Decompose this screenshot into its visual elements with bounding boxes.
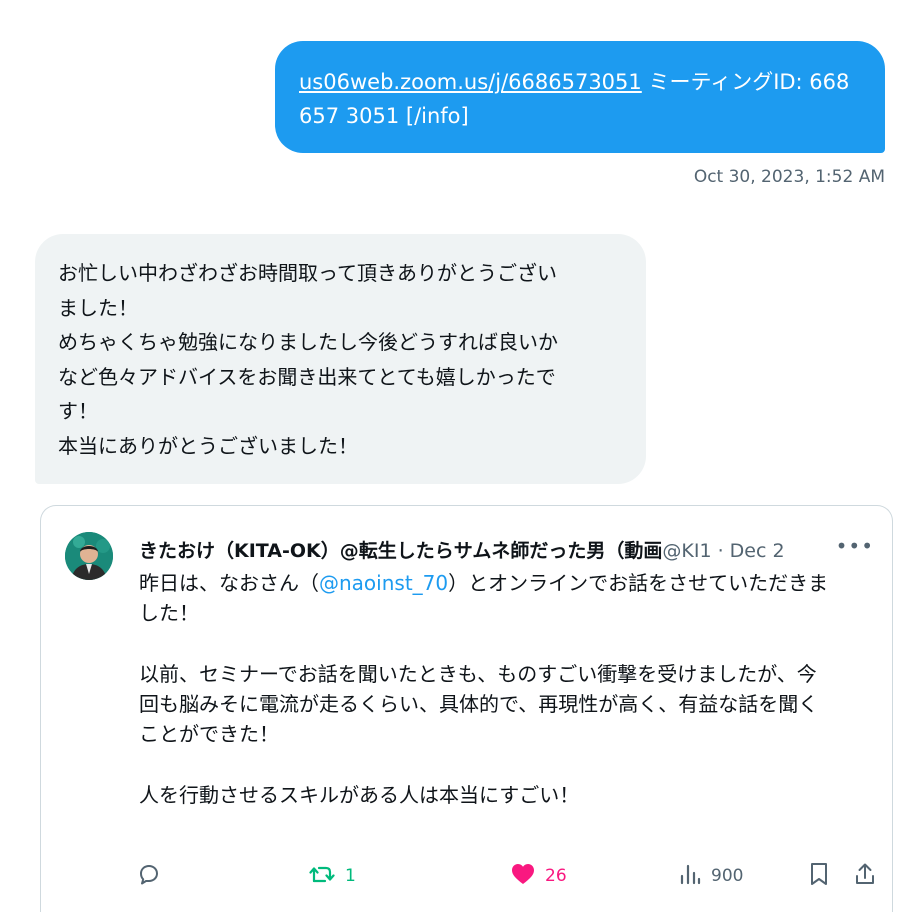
- quoted-post-card[interactable]: きたおけ（KITA-OK）@転生したらサムネ師だった男（動画@KI1 · Dec…: [40, 505, 893, 912]
- heart-icon: [511, 863, 535, 889]
- bookmark-button[interactable]: [809, 858, 829, 894]
- post-actions: 1 26 900: [137, 858, 877, 894]
- more-options-icon[interactable]: •••: [836, 534, 874, 558]
- retweet-button[interactable]: 1: [309, 858, 356, 894]
- message-line: など色々アドバイスをお聞き出来てとても嬉しかったで: [58, 364, 556, 389]
- post-line: ことができた！: [139, 722, 279, 746]
- like-button[interactable]: 26: [511, 858, 567, 894]
- meeting-id-text: ミーティングID: 668: [641, 70, 850, 94]
- views-button[interactable]: 900: [679, 858, 743, 894]
- sent-message-line-2: 657 3051 [/info]: [299, 104, 469, 128]
- sent-message-bubble: us06web.zoom.us/j/6686573051 ミーティングID: 6…: [275, 41, 885, 153]
- message-line: ました！: [58, 295, 138, 320]
- message-line: お忙しい中わざわざお時間取って頂きありがとうござい: [58, 261, 557, 285]
- avatar[interactable]: [65, 532, 113, 580]
- reply-icon: [137, 862, 161, 890]
- mention-link[interactable]: @naoinst_70: [319, 571, 448, 595]
- like-count: 26: [545, 866, 567, 886]
- message-timestamp: Oct 30, 2023, 1:52 AM: [693, 167, 885, 187]
- views-icon: [679, 863, 701, 889]
- message-line: 本当にありがとうございました！: [58, 433, 358, 458]
- share-icon: [854, 862, 876, 890]
- author-name[interactable]: きたおけ（KITA-OK）@転生したらサムネ師だった男（動画: [139, 540, 662, 562]
- post-line: 以前、セミナーでお話を聞いたときも、ものすごい衝撃を受けましたが、今: [139, 662, 817, 686]
- sent-message-line-1: us06web.zoom.us/j/6686573051 ミーティングID: 6…: [299, 65, 859, 99]
- bookmark-icon: [809, 862, 829, 890]
- post-text: 昨日は、なおさん（: [139, 571, 319, 595]
- reply-button[interactable]: [137, 858, 161, 894]
- post-line: 人を行動させるスキルがある人は本当にすごい！: [139, 783, 580, 807]
- retweet-count: 1: [345, 866, 356, 886]
- share-button[interactable]: [854, 858, 876, 894]
- post-line: 回も脳みそに電流が走るくらい、具体的で、再現性が高く、有益な話を聞く: [139, 692, 819, 716]
- retweet-icon: [309, 862, 335, 890]
- message-line: す！: [58, 399, 98, 424]
- zoom-link[interactable]: us06web.zoom.us/j/6686573051: [299, 70, 642, 94]
- post-text: ）とオンラインでお話をさせていただきま: [448, 571, 829, 595]
- received-message-bubble: お忙しい中わざわざお時間取って頂きありがとうござい ました！ めちゃくちゃ勉強に…: [35, 234, 646, 484]
- post-line: した！: [139, 601, 199, 625]
- message-line: めちゃくちゃ勉強になりましたし今後どうすれば良いか: [58, 330, 558, 355]
- post-body: 昨日は、なおさん（@naoinst_70）とオンラインでお話をさせていただきま …: [139, 568, 859, 810]
- post-header: きたおけ（KITA-OK）@転生したらサムネ師だった男（動画@KI1 · Dec…: [139, 536, 874, 566]
- author-handle-date[interactable]: @KI1 · Dec 2: [662, 540, 784, 562]
- views-count: 900: [711, 866, 744, 886]
- post-line: 昨日は、なおさん（@naoinst_70）とオンラインでお話をさせていただきま: [139, 568, 859, 598]
